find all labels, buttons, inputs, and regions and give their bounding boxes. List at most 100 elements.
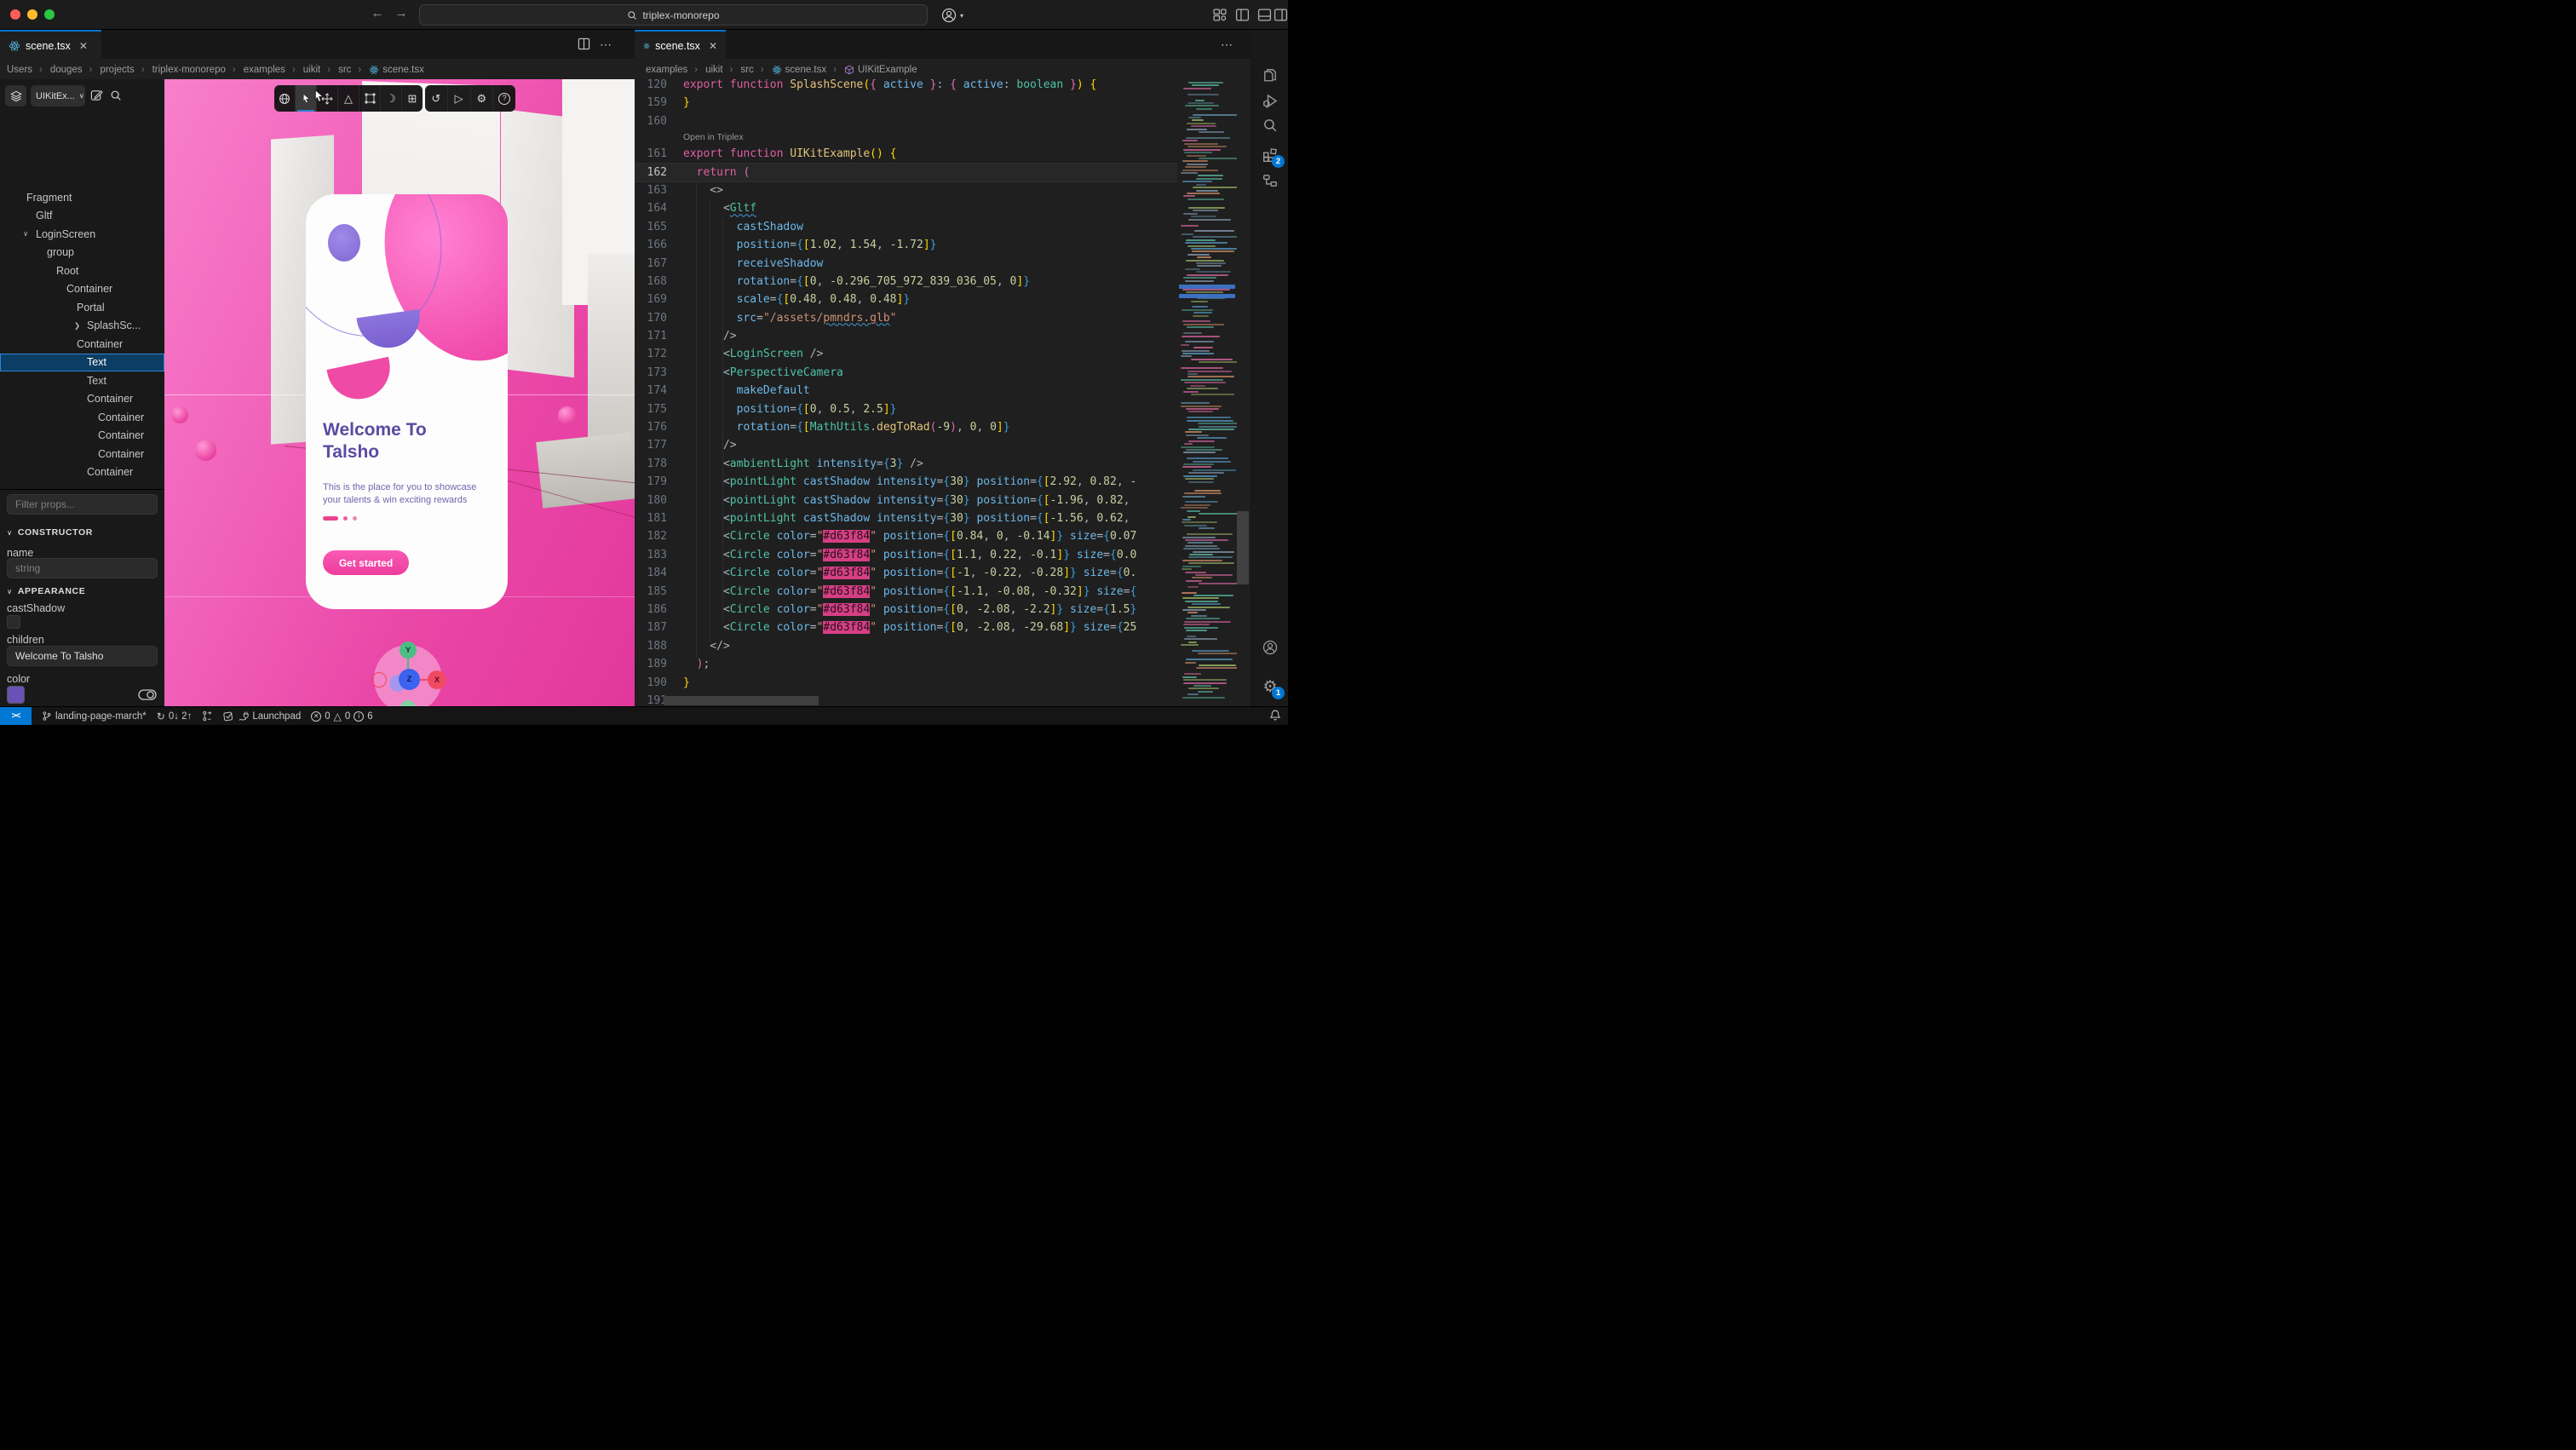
code-line-186[interactable]: 186 <Circle color="#d63f84" position={[0…	[635, 601, 1177, 619]
code-line-159[interactable]: 159}	[635, 94, 1177, 112]
search-icon[interactable]	[1261, 116, 1279, 135]
more-actions-icon[interactable]: ⋯	[600, 37, 612, 52]
undo-icon[interactable]: ↺	[425, 85, 448, 112]
horizontal-scrollbar[interactable]	[664, 696, 819, 705]
tree-item-container[interactable]: Container	[0, 280, 164, 299]
cone-tool-button[interactable]: △	[338, 85, 359, 112]
color-toggle-icon[interactable]	[138, 689, 157, 700]
code-line-181[interactable]: 181 <pointLight castShadow intensity={30…	[635, 509, 1177, 527]
customize-layout-icon[interactable]	[1213, 8, 1228, 22]
breadcrumb-item[interactable]: examples	[646, 65, 687, 75]
breadcrumb-item[interactable]: examples	[228, 65, 285, 75]
breadcrumb-item[interactable]: Users	[7, 65, 32, 75]
tree-item-group[interactable]: group	[0, 244, 164, 262]
tree-item-loginscreen[interactable]: ∨LoginScreen	[0, 225, 164, 244]
branch-item[interactable]: landing-page-march*	[42, 711, 147, 722]
code-line-164[interactable]: 164 <Gltf	[635, 199, 1177, 217]
transform-tool-button[interactable]	[359, 85, 381, 112]
notifications-bell-icon[interactable]	[1269, 709, 1281, 722]
code-line-190[interactable]: 190}	[635, 674, 1177, 692]
code-line-166[interactable]: 166 position={[1.02, 1.54, -1.72]}	[635, 236, 1177, 254]
breadcrumb-item-file[interactable]: scene.tsx	[354, 65, 423, 75]
filter-props-input[interactable]	[7, 494, 158, 515]
code-line-176[interactable]: 176 rotation={[MathUtils.degToRad(-9), 0…	[635, 418, 1177, 436]
tab-scene-tsx-right[interactable]: scene.tsx ✕	[635, 30, 726, 60]
code-line-185[interactable]: 185 <Circle color="#d63f84" position={[-…	[635, 583, 1177, 601]
code-line-167[interactable]: 167 receiveShadow	[635, 255, 1177, 273]
code-line-180[interactable]: 180 <pointLight castShadow intensity={30…	[635, 492, 1177, 509]
split-editor-icon[interactable]	[578, 37, 590, 50]
code-line-162[interactable]: 162 return (	[635, 164, 1177, 181]
tree-item-container[interactable]: Container	[0, 408, 164, 427]
launchpad-item[interactable]: Launchpad	[223, 711, 301, 722]
globe-tool-button[interactable]	[274, 85, 296, 112]
breadcrumb-item[interactable]: uikit	[288, 65, 320, 75]
code-line-170[interactable]: 170 src="/assets/pmndrs.glb"	[635, 309, 1177, 327]
tree-item-portal[interactable]: Portal	[0, 298, 164, 317]
get-started-button[interactable]: Get started	[323, 550, 409, 575]
code-line-171[interactable]: 171 />	[635, 327, 1177, 345]
color-swatch[interactable]	[7, 686, 25, 704]
settings-gear-icon[interactable]: ⚙	[471, 85, 494, 112]
code-line-189[interactable]: 189 );	[635, 655, 1177, 673]
grid-view-button[interactable]: ⊞	[402, 85, 423, 112]
breadcrumb-item[interactable]: projects	[85, 65, 135, 75]
tree-item-container[interactable]: Container	[0, 390, 164, 409]
code-line-163[interactable]: 163 <>	[635, 181, 1177, 199]
command-center-search[interactable]: triplex-monorepo	[419, 4, 928, 26]
tab-close-icon[interactable]: ✕	[709, 40, 717, 52]
code-line-165[interactable]: 165 castShadow	[635, 218, 1177, 236]
window-minimize-button[interactable]	[27, 9, 37, 20]
gizmo-neg-x-handle[interactable]	[371, 672, 387, 688]
triplex-3d-viewport[interactable]: Welcome To Talsho This is the place for …	[164, 79, 635, 706]
code-line-175[interactable]: 175 position={[0, 0.5, 2.5]}	[635, 400, 1177, 418]
breadcrumb-item[interactable]: douges	[35, 65, 83, 75]
code-line-184[interactable]: 184 <Circle color="#d63f84" position={[-…	[635, 564, 1177, 582]
code-line-169[interactable]: 169 scale={[0.48, 0.48, 0.48]}	[635, 291, 1177, 308]
remote-indicator[interactable]: ><	[0, 707, 32, 726]
play-icon[interactable]: ▷	[448, 85, 471, 112]
nav-back-icon[interactable]: ←	[369, 6, 386, 20]
night-mode-button[interactable]: ☽	[381, 85, 402, 112]
code-line-172[interactable]: 172 <LoginScreen />	[635, 345, 1177, 363]
run-debug-icon[interactable]	[1261, 91, 1279, 110]
codelens-open-in-triplex[interactable]: Open in Triplex	[635, 130, 1177, 145]
castshadow-checkbox[interactable]	[7, 615, 20, 629]
breadcrumb-item[interactable]: src	[726, 65, 754, 75]
tree-item-gltf[interactable]: Gltf	[0, 207, 164, 226]
toggle-primary-sidebar-icon[interactable]	[1235, 8, 1250, 22]
layers-button[interactable]	[5, 85, 26, 106]
minimap[interactable]	[1177, 79, 1237, 706]
prop-children-input[interactable]	[7, 646, 158, 666]
chevron-right-icon[interactable]: ❯	[74, 321, 80, 331]
account-menu[interactable]: ▾	[940, 6, 975, 25]
help-icon[interactable]: ?	[493, 85, 515, 112]
code-line-174[interactable]: 174 makeDefault	[635, 382, 1177, 400]
breadcrumb-item-symbol[interactable]: UIKitExample	[829, 65, 917, 75]
code-line-160[interactable]: 160	[635, 112, 1177, 130]
code-line-187[interactable]: 187 <Circle color="#d63f84" position={[0…	[635, 619, 1177, 636]
tree-item-container[interactable]: Container	[0, 427, 164, 446]
gizmo-y-handle[interactable]: Y	[400, 642, 417, 659]
tab-close-icon[interactable]: ✕	[79, 40, 88, 52]
code-line-182[interactable]: 182 <Circle color="#d63f84" position={[0…	[635, 527, 1177, 545]
code-line-183[interactable]: 183 <Circle color="#d63f84" position={[1…	[635, 546, 1177, 564]
tree-item-fragment[interactable]: Fragment	[0, 188, 164, 207]
code-line-120[interactable]: 120export function SplashScene({ active …	[635, 79, 1177, 94]
code-line-179[interactable]: 179 <pointLight castShadow intensity={30…	[635, 473, 1177, 491]
tree-item-text[interactable]: Text	[0, 354, 164, 372]
tab-scene-tsx-left[interactable]: scene.tsx ✕	[0, 30, 101, 60]
window-close-button[interactable]	[10, 9, 20, 20]
problems-item[interactable]: ✕ 0 △ 0 i 6	[311, 711, 372, 722]
tree-item-container[interactable]: Container	[0, 445, 164, 463]
section-appearance[interactable]: ∨ APPEARANCE	[7, 586, 85, 596]
breadcrumb-item-file[interactable]: scene.tsx	[756, 65, 826, 75]
breadcrumb-item[interactable]: triplex-monorepo	[137, 65, 226, 75]
chevron-down-icon[interactable]: ∨	[23, 229, 28, 239]
code-line-168[interactable]: 168 rotation={[0, -0.296_705_972_839_036…	[635, 273, 1177, 291]
more-actions-icon[interactable]: ⋯	[1221, 37, 1233, 52]
edit-component-icon[interactable]	[90, 89, 103, 101]
component-select[interactable]: UIKitEx... ∨	[31, 85, 85, 106]
section-constructor[interactable]: ∨ CONSTRUCTOR	[7, 527, 93, 538]
settings-gear-icon[interactable]: ⚙ 1	[1261, 677, 1279, 696]
